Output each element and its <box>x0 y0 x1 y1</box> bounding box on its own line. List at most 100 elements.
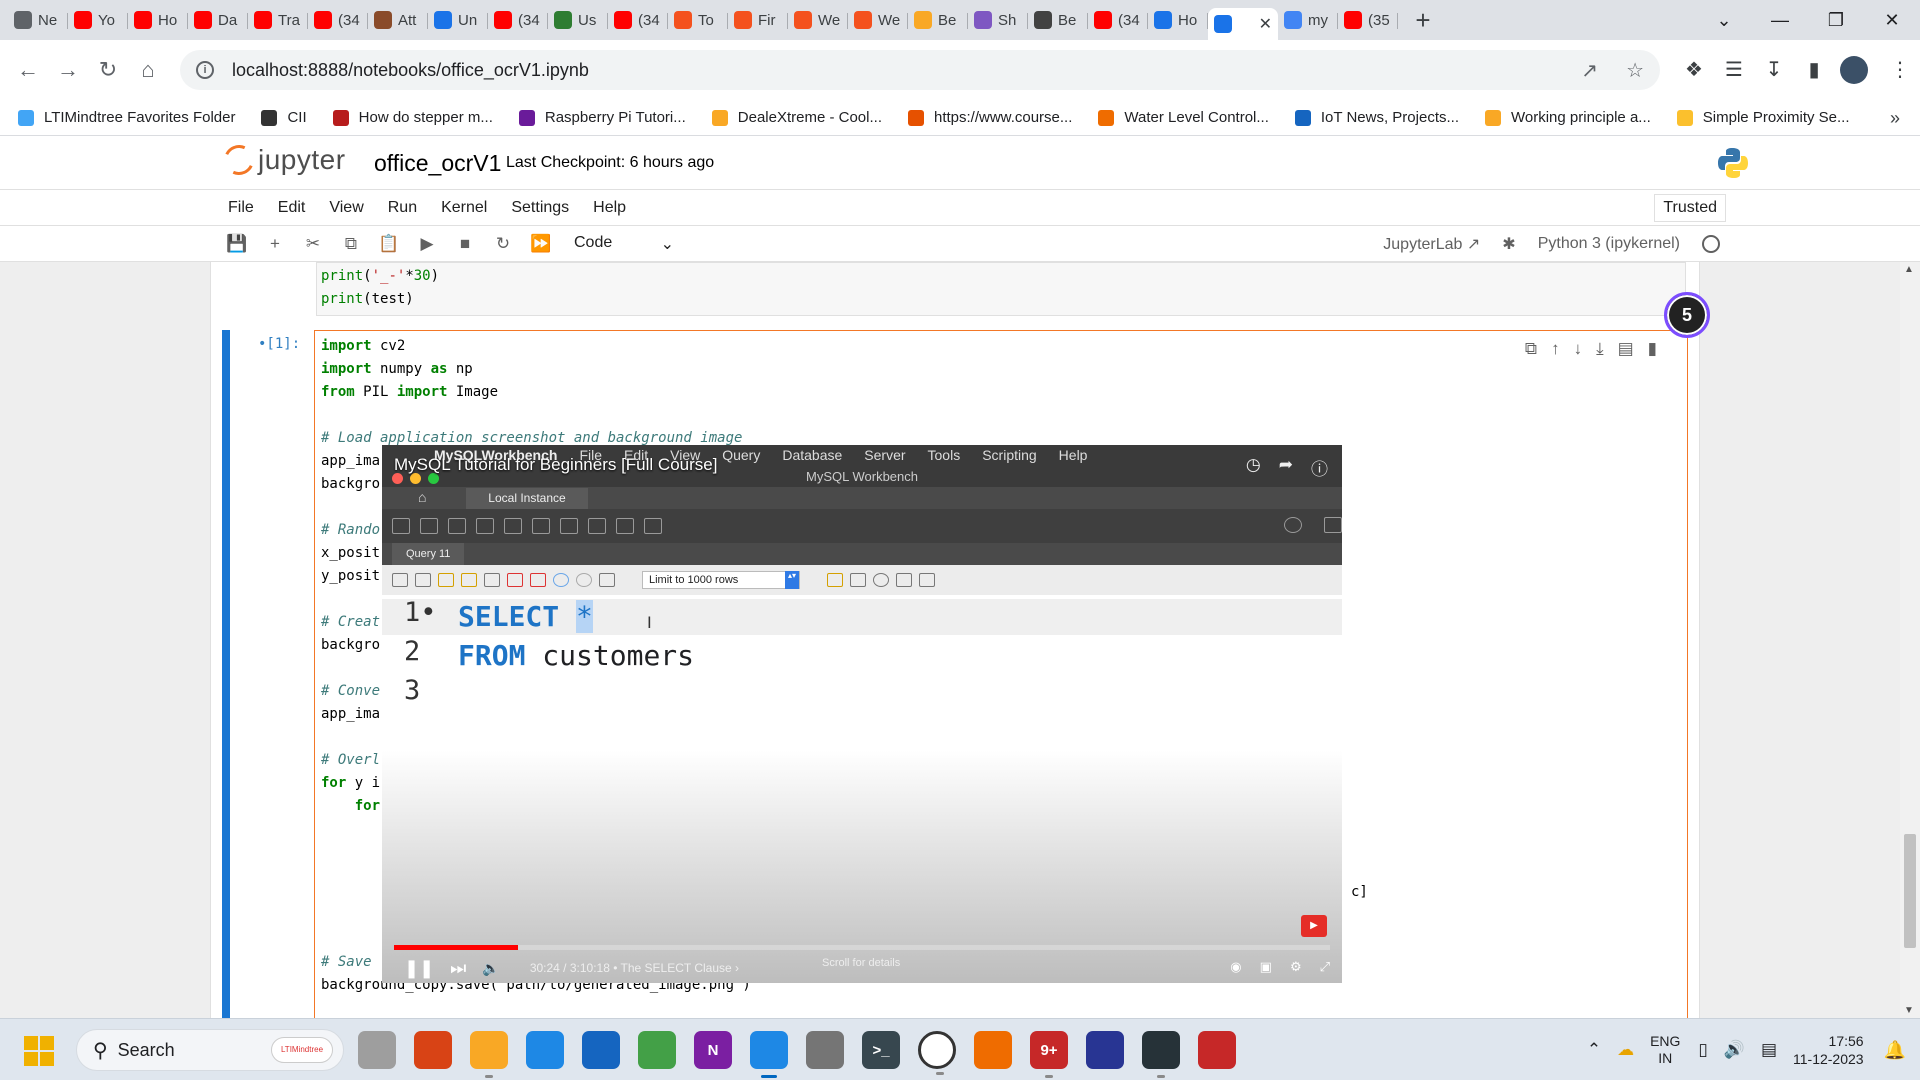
minimize-icon[interactable]: — <box>1752 10 1808 31</box>
duplicate-cell-icon[interactable]: ⧉ <box>1525 339 1537 359</box>
menu-item-help[interactable]: Help <box>593 199 626 217</box>
share-arrow-icon[interactable]: ➦ <box>1279 455 1293 480</box>
maximize-icon[interactable]: ❐ <box>1808 10 1864 31</box>
notification-count-badge[interactable]: 5 <box>1664 292 1710 338</box>
browser-tab[interactable]: Ne <box>8 4 68 36</box>
browser-tab[interactable]: Us <box>548 4 608 36</box>
scrollbar-thumb[interactable] <box>1904 834 1916 948</box>
scroll-down-icon[interactable]: ▼ <box>1904 1005 1914 1016</box>
close-window-icon[interactable]: ✕ <box>1864 10 1920 31</box>
info-icon[interactable]: ⓘ <box>1311 455 1328 480</box>
tab-search-icon[interactable]: ⌄ <box>1696 10 1752 31</box>
move-down-icon[interactable]: ↓ <box>1574 339 1583 359</box>
stop-icon[interactable]: ■ <box>446 234 484 254</box>
notification-bell-icon[interactable]: 🔔 <box>1884 1040 1906 1061</box>
browser-tab[interactable]: Un <box>428 4 488 36</box>
exit-fullscreen-icon[interactable]: ⤢ <box>1320 959 1330 975</box>
browser-tab[interactable]: (34 <box>488 4 548 36</box>
youtube-subscribe-icon[interactable]: ▶ <box>1301 915 1327 937</box>
home-icon[interactable]: ⌂ <box>128 57 168 83</box>
clock-icon[interactable] <box>918 1031 956 1075</box>
show-hidden-icons-icon[interactable]: ⌃ <box>1587 1040 1601 1060</box>
video-recorder-icon[interactable] <box>414 1031 452 1069</box>
kernel-name[interactable]: Python 3 (ipykernel) <box>1538 235 1680 253</box>
notebook-name[interactable]: office_ocrV1 <box>374 150 501 177</box>
video-title[interactable]: MySQL Tutorial for Beginners [Full Cours… <box>394 455 717 475</box>
trusted-indicator[interactable]: Trusted <box>1654 194 1726 222</box>
windows-start-icon[interactable] <box>24 1036 54 1066</box>
paste-icon[interactable]: 📋 <box>370 234 408 254</box>
side-panel-icon[interactable]: ▮ <box>1794 50 1834 90</box>
menu-item-file[interactable]: File <box>228 199 254 217</box>
move-up-icon[interactable]: ↑ <box>1551 339 1560 359</box>
bookmark-item[interactable]: DealeXtreme - Cool... <box>711 109 882 126</box>
settings-icon[interactable] <box>806 1031 844 1069</box>
omnibox[interactable]: i localhost:8888/notebooks/office_ocrV1.… <box>180 50 1660 90</box>
browser-tab[interactable]: Be <box>1028 4 1088 36</box>
run-icon[interactable]: ▶ <box>408 234 446 254</box>
extensions-puzzle-icon[interactable]: ❖ <box>1674 50 1714 90</box>
office-icon[interactable] <box>974 1031 1012 1069</box>
browser-tab[interactable]: Da <box>188 4 248 36</box>
back-icon[interactable]: ← <box>8 57 48 83</box>
reading-list-icon[interactable]: ☰ <box>1714 50 1754 90</box>
browser-tab[interactable]: Att <box>368 4 428 36</box>
video-progress-bar[interactable] <box>394 945 1330 950</box>
save-icon[interactable]: 💾 <box>218 234 256 254</box>
bookmark-item[interactable]: Water Level Control... <box>1098 109 1269 126</box>
forward-icon[interactable]: → <box>48 57 88 83</box>
obs-icon[interactable] <box>1142 1031 1180 1078</box>
insert-above-icon[interactable]: ▤ <box>1618 339 1634 359</box>
bookmark-item[interactable]: https://www.course... <box>908 109 1072 126</box>
pdf-tool-icon[interactable] <box>1198 1031 1236 1069</box>
bookmark-item[interactable]: Simple Proximity Se... <box>1676 109 1850 126</box>
browser-tab[interactable]: (34 <box>1088 4 1148 36</box>
battery-icon[interactable]: ▤ <box>1761 1040 1777 1060</box>
browser-tab[interactable]: ✕ <box>1208 8 1278 40</box>
menu-item-settings[interactable]: Settings <box>511 199 569 217</box>
chrome-icon[interactable] <box>638 1031 676 1069</box>
profile-avatar[interactable] <box>1840 56 1868 84</box>
previous-code-cell[interactable]: print('_-'*30) print(test) <box>316 262 1686 316</box>
bookmark-item[interactable]: LTIMindtree Favorites Folder <box>18 109 235 126</box>
bookmark-item[interactable]: Working principle a... <box>1485 109 1651 126</box>
captions-icon[interactable]: ▣ <box>1260 959 1272 975</box>
chrome-menu-icon[interactable]: ⋮ <box>1880 50 1920 90</box>
browser-tab[interactable]: (34 <box>308 4 368 36</box>
url-text[interactable]: localhost:8888/notebooks/office_ocrV1.ip… <box>232 60 589 81</box>
terminal-icon[interactable]: >_ <box>862 1031 900 1069</box>
video-player-overlay[interactable]: MySQLWorkbench File Edit View Query Database S… <box>382 445 1342 983</box>
browser-tab[interactable]: Ho <box>128 4 188 36</box>
autoplay-toggle-icon[interactable]: ◉ <box>1230 959 1241 975</box>
new-tab-button[interactable]: + <box>1408 5 1438 36</box>
page-scrollbar[interactable]: ▲ ▼ <box>1900 262 1920 1018</box>
menu-item-kernel[interactable]: Kernel <box>441 199 487 217</box>
bookmark-item[interactable]: CII <box>261 109 307 126</box>
file-explorer-multitask-icon[interactable] <box>358 1031 396 1069</box>
jupyter-logo[interactable]: jupyter <box>219 140 346 180</box>
cut-icon[interactable]: ✂ <box>294 234 332 254</box>
bookmark-item[interactable]: How do stepper m... <box>332 109 493 126</box>
snipping-icon[interactable] <box>1086 1031 1124 1069</box>
close-tab-icon[interactable]: ✕ <box>1259 14 1272 34</box>
download-icon[interactable]: ↧ <box>1754 50 1794 90</box>
share-icon[interactable]: ↗ <box>1581 58 1598 83</box>
watch-later-icon[interactable]: ◷ <box>1246 455 1261 480</box>
menu-item-run[interactable]: Run <box>388 199 417 217</box>
calendar-new-icon[interactable]: 9+ <box>1030 1031 1068 1078</box>
taskbar-search[interactable]: ⚲ Search LTIMindtree <box>76 1029 344 1071</box>
next-icon[interactable]: ⏭ <box>450 958 466 979</box>
scroll-for-details[interactable]: Scroll for details <box>822 957 900 969</box>
browser-tab[interactable]: my <box>1278 4 1338 36</box>
bookmark-item[interactable]: IoT News, Projects... <box>1294 109 1459 126</box>
browser-tab[interactable]: Sh <box>968 4 1028 36</box>
browser-tab[interactable]: Fir <box>728 4 788 36</box>
store-icon[interactable] <box>582 1031 620 1069</box>
cell-type-select[interactable]: Code ⌄ <box>574 234 674 254</box>
bookmark-item[interactable]: Raspberry Pi Tutori... <box>518 109 686 126</box>
browser-tab[interactable]: Be <box>908 4 968 36</box>
browser-tab[interactable]: (34 <box>608 4 668 36</box>
jupyterlab-link[interactable]: JupyterLab ↗ <box>1383 234 1480 254</box>
video-time[interactable]: 30:24 / 3:10:18 • The SELECT Clause › <box>530 961 739 975</box>
insert-below-icon[interactable]: ⤓ <box>1596 339 1604 359</box>
